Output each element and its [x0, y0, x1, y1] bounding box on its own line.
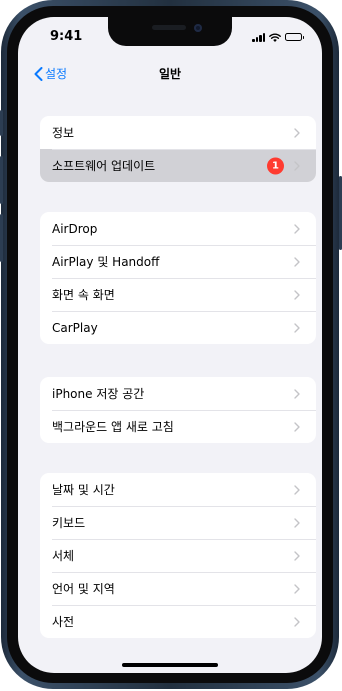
side-button-silent — [0, 110, 3, 136]
row-label: 백그라운드 앱 새로 고침 — [52, 420, 174, 434]
settings-row-about[interactable]: 정보 — [40, 116, 316, 149]
row-label: 언어 및 지역 — [52, 582, 115, 596]
chevron-right-icon — [291, 256, 303, 268]
settings-row-airplay-handoff[interactable]: AirPlay 및 Handoff — [40, 245, 316, 278]
screen: 9:41 설정 일반 정보 소프트웨어 업데이트 1 AirDrop AirPl… — [18, 17, 322, 673]
settings-row-dictionary[interactable]: 사전 — [40, 605, 316, 638]
notch — [108, 17, 232, 46]
chevron-right-icon — [291, 223, 303, 235]
chevron-right-icon — [291, 484, 303, 496]
settings-row-software-update[interactable]: 소프트웨어 업데이트 1 — [40, 149, 316, 182]
status-time: 9:41 — [50, 29, 83, 44]
wifi-icon — [269, 33, 281, 42]
chevron-right-icon — [291, 289, 303, 301]
chevron-right-icon — [291, 616, 303, 628]
row-label: 소프트웨어 업데이트 — [52, 159, 156, 173]
settings-group-locale: 날짜 및 시간 키보드 서체 언어 및 지역 사전 — [40, 473, 316, 638]
settings-row-keyboard[interactable]: 키보드 — [40, 506, 316, 539]
status-icons — [252, 31, 304, 43]
chevron-right-icon — [291, 550, 303, 562]
row-label: 화면 속 화면 — [52, 288, 115, 302]
row-label: AirPlay 및 Handoff — [52, 255, 160, 269]
settings-row-fonts[interactable]: 서체 — [40, 539, 316, 572]
chevron-right-icon — [291, 388, 303, 400]
row-label: 서체 — [52, 549, 75, 563]
side-button-volume-down — [0, 214, 3, 262]
chevron-right-icon — [291, 517, 303, 529]
row-label: 키보드 — [52, 516, 86, 530]
cellular-signal-icon — [252, 32, 265, 42]
chevron-right-icon — [291, 322, 303, 334]
chevron-right-icon — [291, 583, 303, 595]
settings-group-connectivity: AirDrop AirPlay 및 Handoff 화면 속 화면 CarPla… — [40, 212, 316, 344]
front-camera — [194, 24, 202, 32]
settings-row-picture-in-picture[interactable]: 화면 속 화면 — [40, 278, 316, 311]
row-label: AirDrop — [52, 221, 98, 236]
settings-row-iphone-storage[interactable]: iPhone 저장 공간 — [40, 377, 316, 410]
row-label: 날짜 및 시간 — [52, 483, 115, 497]
row-label: 사전 — [52, 615, 75, 629]
chevron-right-icon — [291, 160, 303, 172]
row-label: iPhone 저장 공간 — [52, 387, 145, 401]
home-indicator[interactable] — [122, 663, 218, 667]
side-button-volume-up — [0, 156, 3, 204]
chevron-right-icon — [291, 421, 303, 433]
settings-group-storage: iPhone 저장 공간 백그라운드 앱 새로 고침 — [40, 377, 316, 443]
settings-row-carplay[interactable]: CarPlay — [40, 311, 316, 344]
settings-row-date-time[interactable]: 날짜 및 시간 — [40, 473, 316, 506]
settings-row-airdrop[interactable]: AirDrop — [40, 212, 316, 245]
page-title: 일반 — [158, 67, 182, 81]
notification-badge: 1 — [267, 157, 284, 174]
chevron-right-icon — [291, 127, 303, 139]
battery-icon — [285, 33, 304, 41]
settings-row-background-app-refresh[interactable]: 백그라운드 앱 새로 고침 — [40, 410, 316, 443]
row-label: CarPlay — [52, 320, 98, 335]
speaker-grille — [152, 25, 186, 30]
row-label: 정보 — [52, 126, 75, 140]
settings-group-about: 정보 소프트웨어 업데이트 1 — [40, 116, 316, 182]
settings-row-language-region[interactable]: 언어 및 지역 — [40, 572, 316, 605]
